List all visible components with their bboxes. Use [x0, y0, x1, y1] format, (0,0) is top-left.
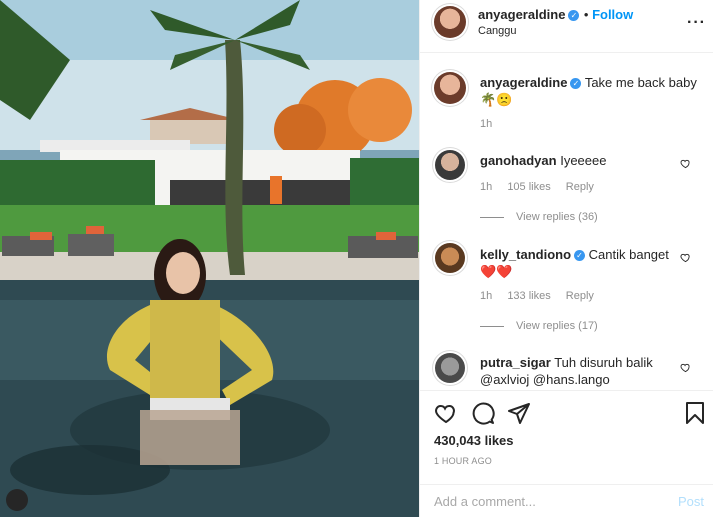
- comment-likes[interactable]: 133 likes: [507, 290, 550, 302]
- view-replies-label[interactable]: View replies (17): [516, 320, 598, 332]
- verified-badge-icon: ✓: [570, 78, 582, 89]
- reply-button[interactable]: Reply: [566, 181, 594, 193]
- author-avatar[interactable]: [434, 6, 466, 38]
- comment-username[interactable]: ganohadyan: [480, 153, 557, 168]
- post-timestamp[interactable]: 1 HOUR AGO: [434, 456, 492, 466]
- verified-badge-icon: ✓: [574, 250, 586, 261]
- like-comment-heart-icon[interactable]: [680, 252, 691, 263]
- comment-username[interactable]: kelly_tandiono: [480, 247, 571, 262]
- share-paper-plane-icon[interactable]: [507, 401, 531, 425]
- reply-button[interactable]: Reply: [566, 290, 594, 302]
- view-replies-button[interactable]: View replies (36): [480, 211, 598, 223]
- like-heart-icon[interactable]: [434, 401, 458, 425]
- comment-likes[interactable]: 105 likes: [507, 181, 550, 193]
- header-title-row: anyageraldine ✓ • Follow: [478, 6, 633, 24]
- comment-avatar[interactable]: [435, 243, 465, 273]
- comment-time: 1h: [480, 181, 493, 193]
- comment-2: kelly_tandiono ✓ Cantik banget ❤️❤️: [480, 246, 680, 280]
- comment-meta: 1h 105 likes Reply: [480, 181, 594, 193]
- comment-input[interactable]: Add a comment...: [434, 494, 536, 509]
- post-photo[interactable]: [0, 0, 419, 517]
- comment-time: 1h: [480, 290, 493, 302]
- post-location[interactable]: Canggu: [478, 25, 517, 37]
- view-replies-label[interactable]: View replies (36): [516, 211, 598, 223]
- post-header: anyageraldine ✓ • Follow Canggu ···: [420, 0, 713, 53]
- caption-username[interactable]: anyageraldine: [480, 75, 567, 90]
- comment-3: putra_sigar Tuh disuruh balik @axlvioj @…: [480, 354, 680, 388]
- follow-button[interactable]: Follow: [592, 7, 633, 22]
- like-comment-heart-icon[interactable]: [680, 362, 691, 373]
- pool-scene-image: [0, 0, 419, 517]
- comment-username[interactable]: putra_sigar: [480, 355, 551, 370]
- more-dots-icon[interactable]: ···: [687, 14, 706, 32]
- post-sidebar: anyageraldine ✓ • Follow Canggu ··· anyag…: [419, 0, 713, 517]
- comment-text: Iyeeeee: [560, 153, 607, 168]
- view-replies-button[interactable]: View replies (17): [480, 320, 598, 332]
- tagged-user-icon[interactable]: [6, 489, 28, 511]
- view-replies-line: [480, 325, 504, 327]
- comment-avatar[interactable]: [435, 150, 465, 180]
- likes-count[interactable]: 430,043 likes: [434, 433, 514, 448]
- author-username[interactable]: anyageraldine: [478, 7, 565, 22]
- view-replies-line: [480, 216, 504, 218]
- separator-dot: •: [583, 7, 593, 22]
- like-comment-heart-icon[interactable]: [680, 158, 691, 169]
- comment-1: ganohadyan Iyeeeee: [480, 152, 680, 169]
- comment-bubble-icon[interactable]: [471, 401, 495, 425]
- caption: anyageraldine ✓ Take me back baby 🌴🙁: [480, 74, 700, 108]
- caption-time: 1h: [480, 118, 493, 130]
- caption-avatar[interactable]: [434, 72, 466, 104]
- save-bookmark-icon[interactable]: [684, 401, 706, 425]
- comment-avatar[interactable]: [435, 353, 465, 383]
- add-comment-bar: Add a comment... Post: [420, 484, 713, 518]
- verified-badge-icon: ✓: [568, 10, 580, 21]
- post-comment-button[interactable]: Post: [678, 494, 704, 509]
- comment-meta: 1h 133 likes Reply: [480, 290, 594, 302]
